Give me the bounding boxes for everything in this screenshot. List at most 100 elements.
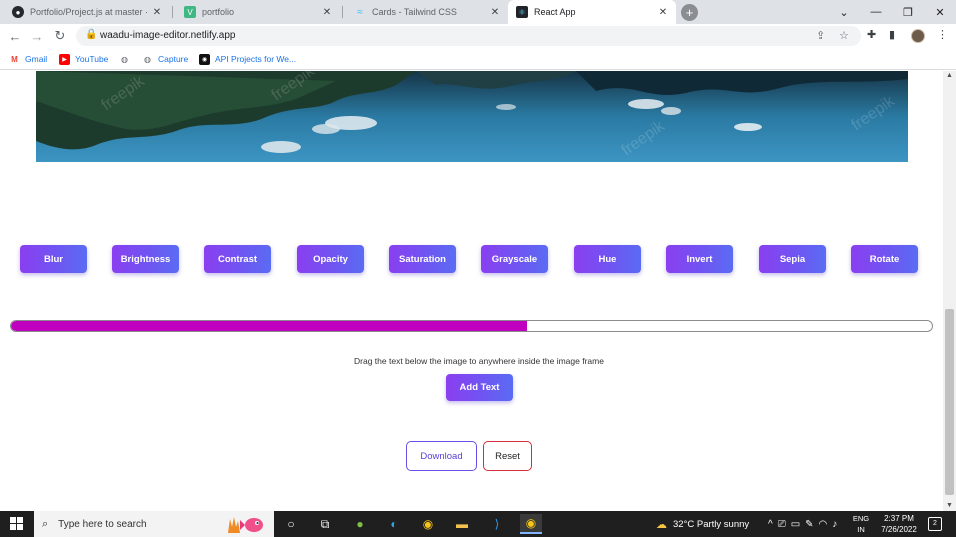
react-icon: ⚛	[516, 6, 528, 18]
taskbar-clock[interactable]: 2:37 PM 7/26/2022	[876, 513, 922, 535]
back-icon[interactable]: ←	[6, 27, 24, 45]
pen-icon[interactable]: ✎	[805, 519, 818, 530]
tab-tailwind[interactable]: ≈ Cards - Tailwind CSS ✕	[346, 0, 508, 24]
image-preview[interactable]: freepik freepik freepik freepik	[36, 71, 908, 162]
scroll-down-icon[interactable]: ▼	[943, 501, 956, 511]
weather-icon: ☁	[656, 518, 667, 531]
globe-icon: ◍	[121, 54, 128, 64]
address-bar[interactable]: 🔒 waadu-image-editor.netlify.app ⇪ ☆	[76, 26, 861, 46]
bookmarks-bar: M Gmail ▶ YouTube ◍ ◍ Capture ◉ API Proj…	[0, 48, 956, 70]
weather-widget[interactable]: ☁ 32°C Partly sunny	[656, 511, 749, 537]
reset-button[interactable]: Reset	[483, 441, 532, 471]
task-view-icon[interactable]: ⧉	[314, 514, 336, 534]
windows-start-icon[interactable]	[10, 517, 24, 531]
tailwind-icon: ≈	[357, 6, 363, 18]
filter-opacity-button[interactable]: Opacity	[297, 245, 364, 273]
close-icon[interactable]: ✕	[488, 7, 502, 18]
notification-center-icon[interactable]: 2	[928, 517, 942, 531]
close-icon[interactable]: ✕	[150, 7, 164, 18]
cortana-icon[interactable]: ○	[280, 514, 302, 534]
bookmark-gmail[interactable]: M Gmail	[9, 52, 47, 66]
search-placeholder: Type here to search	[58, 518, 147, 530]
wifi-icon[interactable]: ◠	[819, 519, 833, 530]
tab-separator	[172, 6, 173, 18]
tab-react-app[interactable]: ⚛ React App ✕	[508, 0, 676, 24]
filter-rotate-button[interactable]: Rotate	[851, 245, 918, 273]
profile-avatar[interactable]	[911, 29, 925, 43]
api-icon: ◉	[199, 53, 210, 65]
bookmark-api-projects[interactable]: ◉ API Projects for We...	[199, 52, 296, 66]
edge-icon[interactable]: ◐	[383, 514, 405, 534]
taskbar-search-box[interactable]: ⌕ Type here to search	[34, 511, 274, 537]
filter-hue-button[interactable]: Hue	[574, 245, 641, 273]
tab-title: Cards - Tailwind CSS	[372, 7, 457, 17]
bookmark-globe[interactable]: ◍	[119, 52, 135, 66]
page-viewport: freepik freepik freepik freepik Blur Bri…	[0, 71, 943, 511]
bookmark-youtube[interactable]: ▶ YouTube	[59, 52, 108, 66]
filter-contrast-button[interactable]: Contrast	[204, 245, 271, 273]
filter-slider[interactable]	[10, 320, 933, 332]
bookmark-label: Capture	[158, 54, 189, 64]
scroll-thumb[interactable]	[945, 309, 954, 495]
gmail-icon: M	[11, 54, 18, 64]
file-explorer-icon[interactable]: ▬	[451, 514, 473, 534]
language-indicator[interactable]: ENG IN	[850, 513, 872, 535]
tab-strip: ● Portfolio/Project.js at master · Sh ✕ …	[0, 0, 956, 24]
globe-icon: ◍	[144, 54, 151, 64]
filter-grayscale-button[interactable]: Grayscale	[481, 245, 548, 273]
filter-saturation-button[interactable]: Saturation	[389, 245, 456, 273]
extensions-icon[interactable]: ✚	[867, 28, 876, 41]
tab-separator	[342, 6, 343, 18]
bookmark-label: Gmail	[25, 54, 48, 64]
url-text: waadu-image-editor.netlify.app	[100, 30, 236, 41]
bookmark-star-icon[interactable]: ☆	[839, 29, 849, 42]
share-icon[interactable]: ⇪	[816, 29, 825, 42]
lock-icon: 🔒	[85, 29, 98, 40]
scroll-up-icon[interactable]: ▲	[943, 71, 956, 81]
search-icon: ⌕	[42, 517, 49, 530]
slider-fill	[11, 321, 527, 331]
youtube-icon: ▶	[59, 53, 70, 65]
chrome-icon[interactable]: ◉	[417, 514, 439, 534]
tab-title: Portfolio/Project.js at master · Sh	[30, 7, 150, 17]
filter-brightness-button[interactable]: Brightness	[112, 245, 179, 273]
bookmark-capture[interactable]: ◍ Capture	[142, 52, 188, 66]
reload-icon[interactable]: ↻	[51, 27, 69, 45]
filter-buttons: Blur Brightness Contrast Opacity Saturat…	[0, 245, 943, 273]
windows-taskbar: ⌕ Type here to search ○ ⧉ ● ◐ ◉ ▬ ⟩ ◉ ☁ …	[0, 511, 956, 537]
minimize-icon[interactable]: —	[860, 0, 892, 24]
volume-icon[interactable]: ♪	[832, 519, 842, 530]
restore-icon[interactable]: ❐	[892, 0, 924, 24]
battery-icon[interactable]: ▭	[791, 519, 805, 530]
tab-portfolio[interactable]: V portfolio ✕	[176, 0, 340, 24]
filter-sepia-button[interactable]: Sepia	[759, 245, 826, 273]
tab-search-icon[interactable]: ⌄	[828, 0, 860, 24]
new-tab-button[interactable]: +	[681, 4, 698, 21]
filter-blur-button[interactable]: Blur	[20, 245, 87, 273]
vue-icon: V	[184, 6, 196, 18]
system-tray-icons[interactable]: ^ ⎚ ▭ ✎ ◠ ♪	[768, 511, 842, 537]
forward-icon[interactable]: →	[28, 27, 46, 45]
close-icon[interactable]: ✕	[656, 7, 670, 18]
add-text-button[interactable]: Add Text	[446, 374, 513, 401]
meet-icon[interactable]: ⎚	[778, 519, 791, 530]
browser-toolbar: ← → ↻ 🔒 waadu-image-editor.netlify.app ⇪…	[0, 24, 956, 48]
close-icon[interactable]: ✕	[320, 7, 334, 18]
tray-chevron-icon[interactable]: ^	[768, 519, 778, 530]
close-window-icon[interactable]: ✕	[924, 0, 956, 24]
menu-icon[interactable]: ⋮	[937, 28, 948, 41]
download-button[interactable]: Download	[406, 441, 477, 471]
page-scrollbar[interactable]: ▲ ▼	[943, 71, 956, 511]
language-code: ENG	[852, 514, 870, 523]
tab-github[interactable]: ● Portfolio/Project.js at master · Sh ✕	[4, 0, 170, 24]
drag-hint-text: Drag the text below the image to anywher…	[354, 356, 604, 366]
chrome-active-icon[interactable]: ◉	[520, 514, 542, 534]
vscode-icon[interactable]: ⟩	[486, 514, 508, 534]
utorrent-icon[interactable]: ●	[349, 514, 371, 534]
filter-invert-button[interactable]: Invert	[666, 245, 733, 273]
tab-title: React App	[534, 7, 576, 17]
bookmark-label: YouTube	[75, 54, 109, 64]
region-code: IN	[857, 525, 865, 534]
side-panel-icon[interactable]: ▮	[889, 28, 895, 41]
github-icon: ●	[12, 6, 24, 18]
